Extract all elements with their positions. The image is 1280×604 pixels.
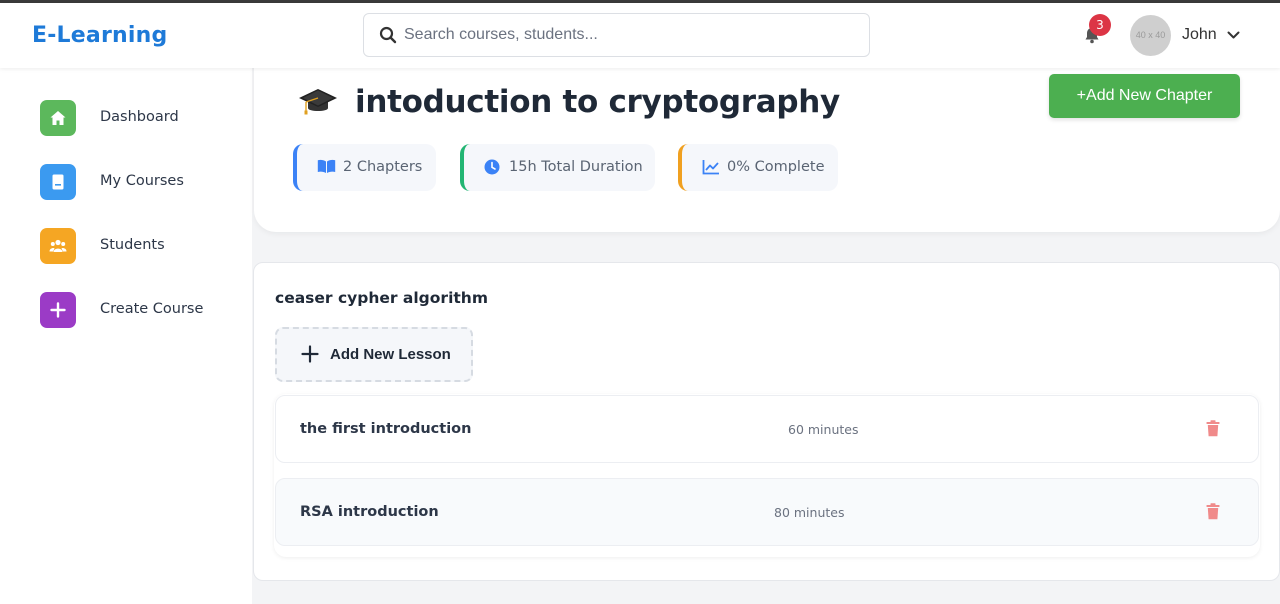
stat-complete: 0% Complete	[678, 144, 838, 191]
notification-badge: 3	[1089, 14, 1111, 36]
sidebar: Dashboard My Courses Students Create Cou…	[0, 68, 252, 604]
graduation-cap-icon	[299, 89, 337, 115]
lesson-duration: 80 minutes	[774, 505, 845, 520]
search-input[interactable]	[404, 23, 844, 47]
lesson-duration: 60 minutes	[788, 422, 859, 437]
book-open-icon	[317, 159, 336, 173]
app-logo[interactable]: E-Learning	[32, 23, 167, 48]
sidebar-item-students[interactable]: Students	[40, 228, 240, 264]
lesson-row[interactable]: RSA introduction 80 minutes	[275, 478, 1259, 546]
stat-label: 15h Total Duration	[509, 159, 643, 175]
stat-label: 2 Chapters	[343, 159, 423, 175]
chart-line-icon	[702, 160, 719, 175]
trash-icon[interactable]	[1206, 420, 1220, 437]
search-box[interactable]	[363, 13, 870, 57]
book-icon	[40, 164, 76, 200]
sidebar-item-label: Students	[100, 237, 165, 253]
home-icon	[40, 100, 76, 136]
chapter-title: ceaser cypher algorithm	[275, 289, 488, 307]
trash-icon[interactable]	[1206, 503, 1220, 520]
stat-duration: 15h Total Duration	[460, 144, 655, 191]
sidebar-item-label: Dashboard	[100, 109, 179, 125]
stat-chapters: 2 Chapters	[293, 144, 436, 191]
username-label[interactable]: John	[1182, 26, 1217, 44]
add-lesson-button[interactable]: Add New Lesson	[275, 327, 473, 382]
stat-label: 0% Complete	[727, 159, 825, 175]
add-chapter-button[interactable]: +Add New Chapter	[1049, 74, 1240, 118]
page-title: intoduction to cryptography	[355, 84, 840, 120]
sidebar-item-label: Create Course	[100, 301, 204, 317]
search-icon	[379, 26, 397, 44]
avatar[interactable]: 40 x 40	[1130, 15, 1171, 56]
users-icon	[40, 228, 76, 264]
clock-icon	[484, 159, 500, 175]
sidebar-item-dashboard[interactable]: Dashboard	[40, 100, 240, 136]
sidebar-item-label: My Courses	[100, 173, 184, 189]
chevron-down-icon[interactable]	[1227, 31, 1240, 40]
top-header: E-Learning 3 40 x 40 John	[0, 3, 1280, 68]
plus-icon	[301, 345, 319, 363]
sidebar-item-my-courses[interactable]: My Courses	[40, 164, 240, 200]
lesson-name: RSA introduction	[300, 504, 439, 520]
plus-icon	[40, 292, 76, 328]
lesson-row[interactable]: the first introduction 60 minutes	[275, 395, 1259, 463]
lesson-name: the first introduction	[300, 421, 472, 437]
add-lesson-label: Add New Lesson	[330, 346, 451, 363]
sidebar-item-create-course[interactable]: Create Course	[40, 292, 240, 328]
